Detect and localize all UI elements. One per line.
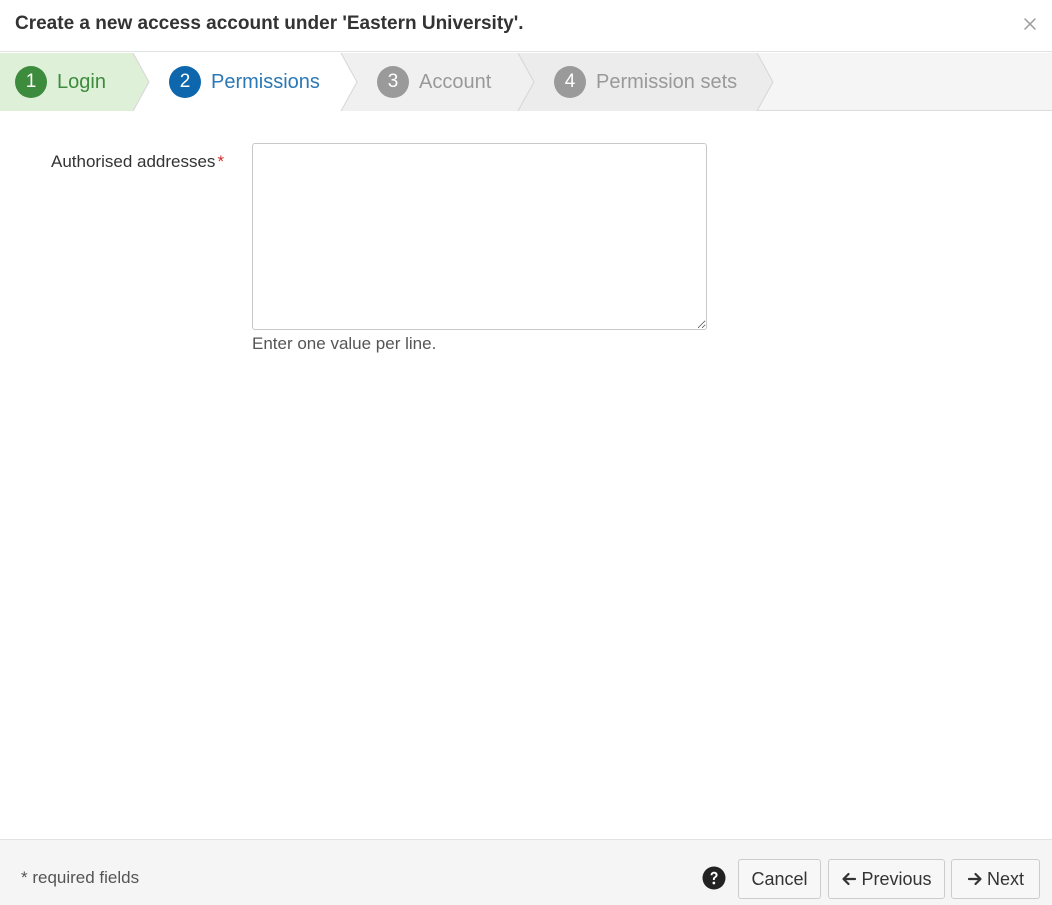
step-number: 2 — [169, 66, 201, 98]
next-button[interactable]: Next — [951, 859, 1040, 899]
step-label: Permissions — [211, 70, 320, 93]
close-icon[interactable] — [1022, 16, 1038, 32]
previous-button-label: Previous — [861, 868, 932, 889]
wizard-steps-background — [0, 53, 774, 111]
step-permission-sets[interactable]: 4 Permission sets — [554, 53, 737, 111]
step-label: Permission sets — [596, 70, 738, 93]
step-number: 3 — [377, 66, 409, 98]
next-button-label: Next — [986, 868, 1024, 889]
create-access-account-dialog: Create a new access account under 'Easte… — [0, 0, 1052, 905]
question-circle-icon[interactable] — [702, 866, 726, 890]
authorised-addresses-textarea[interactable] — [252, 143, 707, 330]
dialog-title: Create a new access account under 'Easte… — [15, 13, 524, 34]
required-marker: * — [217, 152, 225, 171]
cancel-button-label: Cancel — [751, 868, 808, 889]
authorised-addresses-label-text: Authorised addresses — [51, 152, 216, 171]
step-account[interactable]: 3 Account — [377, 53, 491, 111]
step-login[interactable]: 1 Login — [15, 53, 106, 111]
authorised-addresses-label: Authorised addresses * — [51, 152, 224, 172]
step-label: Account — [419, 70, 492, 93]
cancel-button[interactable]: Cancel — [738, 859, 821, 899]
step-label: Login — [57, 70, 106, 93]
step-number: 1 — [15, 66, 47, 98]
arrow-left-icon — [841, 871, 861, 887]
step-number: 4 — [554, 66, 586, 98]
addresses-help-text: Enter one value per line. — [252, 334, 437, 353]
dialog-header: Create a new access account under 'Easte… — [0, 0, 1052, 52]
wizard-steps: 1 Login 2 Permissions 3 Account 4 Permis… — [0, 53, 1052, 111]
dialog-footer: * required fields Cancel Previous Next — [0, 839, 1052, 905]
step-permissions[interactable]: 2 Permissions — [169, 53, 320, 111]
required-fields-note: * required fields — [21, 868, 140, 887]
previous-button[interactable]: Previous — [828, 859, 945, 899]
arrow-right-icon — [967, 871, 987, 887]
